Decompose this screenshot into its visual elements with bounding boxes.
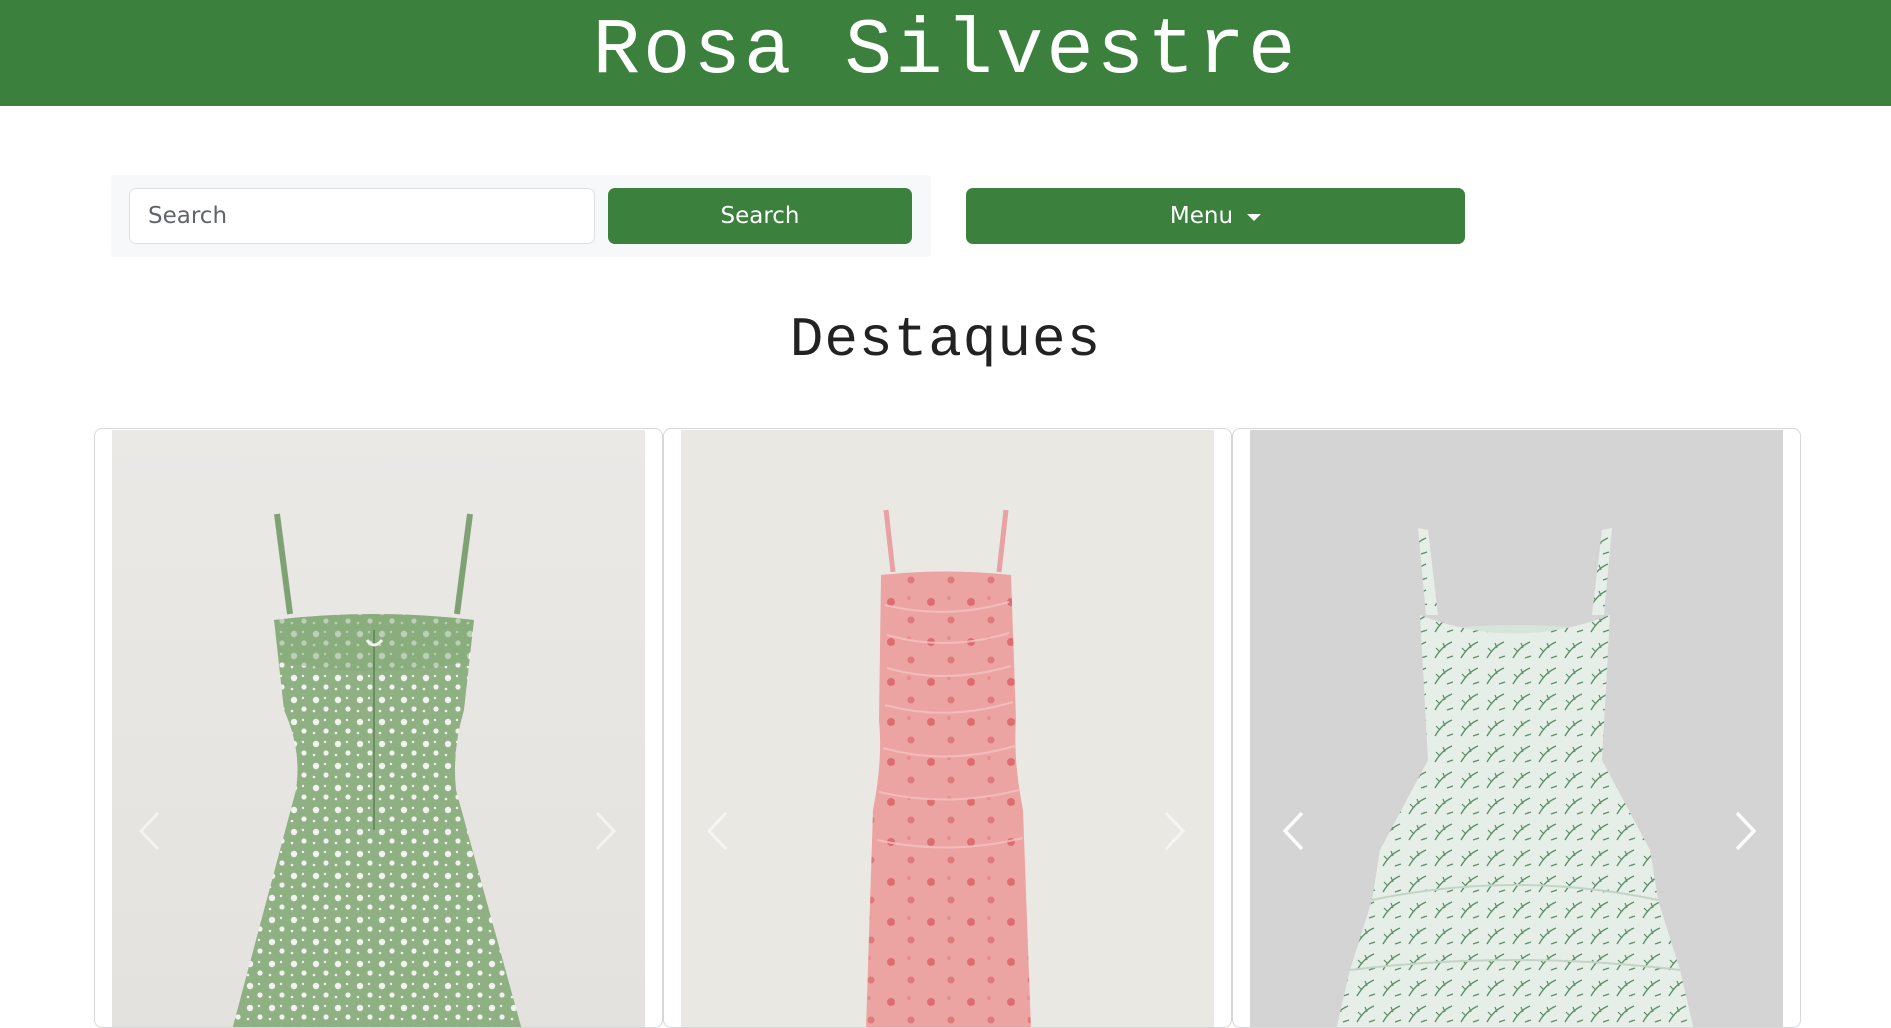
product-card [1232, 428, 1801, 1028]
product-image-green-dress[interactable] [112, 430, 645, 1027]
search-input[interactable] [129, 188, 595, 244]
chevron-left-icon [1282, 811, 1304, 851]
brand-title: Rosa Silvestre [592, 5, 1299, 96]
carousel-prev-button[interactable] [127, 801, 171, 861]
chevron-right-icon [1735, 811, 1757, 851]
search-button[interactable]: Search [608, 188, 912, 244]
chevron-right-icon [595, 811, 617, 851]
product-image-mint-dress[interactable] [1250, 430, 1783, 1027]
carousel-prev-button[interactable] [1271, 801, 1315, 861]
carousel-next-button[interactable] [1724, 801, 1768, 861]
menu-dropdown-button[interactable]: Menu [966, 188, 1465, 244]
chevron-left-icon [706, 811, 728, 851]
carousel-next-button[interactable] [1153, 801, 1197, 861]
chevron-left-icon [138, 811, 160, 851]
carousel-prev-button[interactable] [695, 801, 739, 861]
site-header: Rosa Silvestre [0, 0, 1891, 106]
product-card [663, 428, 1232, 1028]
product-image-pink-dress[interactable] [681, 430, 1214, 1027]
caret-down-icon [1247, 213, 1262, 221]
featured-title: Destaques [789, 308, 1102, 372]
product-card [94, 428, 663, 1028]
carousel-next-button[interactable] [584, 801, 628, 861]
menu-button-label: Menu [1169, 203, 1234, 229]
chevron-right-icon [1164, 811, 1186, 851]
